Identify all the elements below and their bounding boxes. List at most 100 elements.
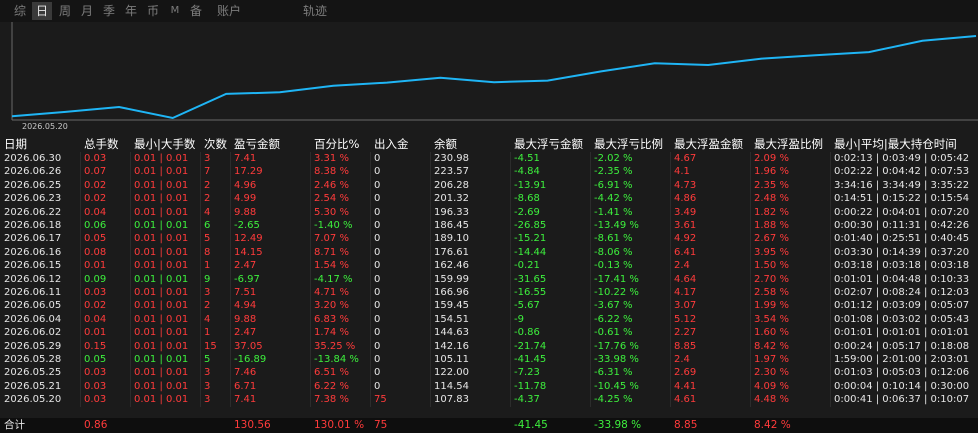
cell-pnl: 2.47	[234, 260, 257, 272]
column-divider	[430, 192, 431, 207]
header-col-max-float-loss-pct[interactable]: 最大浮亏比例	[594, 135, 663, 153]
cell-lots: 0.03	[84, 394, 107, 406]
table-row[interactable]: 2026.06.30 0.03 0.01 | 0.01 3 7.41 3.31 % 0 230…	[0, 152, 978, 166]
column-divider	[590, 192, 591, 207]
table-row[interactable]: 2026.06.04 0.04 0.01 | 0.01 4 9.88 6.83 % 0 154…	[0, 312, 978, 327]
cell-mfl: -31.65	[514, 273, 547, 285]
column-divider	[750, 192, 751, 207]
cell-hold: 0:02:22 | 0:04:42 | 0:07:53	[834, 166, 970, 178]
column-divider	[430, 366, 431, 381]
header-col-count[interactable]: 次数	[204, 135, 227, 153]
column-divider	[750, 205, 751, 220]
tab-year[interactable]: 年	[121, 2, 141, 20]
tab-summary[interactable]: 综	[10, 2, 30, 20]
cell-minmax: 0.01 | 0.01	[134, 179, 189, 191]
column-divider	[430, 232, 431, 247]
table-row[interactable]: 2026.06.23 0.02 0.01 | 0.01 2 4.99 2.54 % 0 201…	[0, 192, 978, 207]
cell-hold: 0:00:24 | 0:05:17 | 0:18:08	[834, 340, 970, 352]
column-divider	[200, 339, 201, 354]
tab-account[interactable]: 账户	[213, 2, 245, 20]
cell-count: 7	[204, 166, 211, 178]
tab-magic[interactable]: M	[167, 2, 183, 20]
header-col-percent[interactable]: 百分比%	[314, 135, 359, 153]
column-divider	[230, 152, 231, 166]
table-row[interactable]: 2026.05.28 0.05 0.01 | 0.01 5 -16.89 -13.84 %…	[0, 353, 978, 367]
header-col-max-float-profit-pct[interactable]: 最大浮盈比例	[754, 135, 823, 153]
balance-line-chart: 2026.05.20	[11, 22, 978, 131]
table-row[interactable]: 2026.06.17 0.05 0.01 | 0.01 5 12.49 7.07 % 0 18…	[0, 232, 978, 247]
table-row[interactable]: 2026.05.29 0.15 0.01 | 0.01 15 37.05 35.25 % 0…	[0, 339, 978, 354]
column-divider	[750, 339, 751, 354]
header-col-deposit[interactable]: 出入金	[374, 135, 409, 153]
header-col-date[interactable]: 日期	[4, 135, 27, 153]
table-row[interactable]: 2026.06.18 0.06 0.01 | 0.01 6 -2.65 -1.40 % 0 1…	[0, 219, 978, 233]
column-divider	[510, 192, 511, 207]
column-divider	[200, 393, 201, 408]
header-col-total-lots[interactable]: 总手数	[84, 135, 119, 153]
column-divider	[80, 299, 81, 314]
tab-notes[interactable]: 备	[187, 2, 205, 20]
column-divider	[200, 245, 201, 260]
table-row[interactable]: 2026.06.02 0.01 0.01 | 0.01 1 2.47 1.74 % 0 144…	[0, 326, 978, 341]
header-col-hold-time[interactable]: 最小|平均|最大持仓时间	[834, 135, 957, 153]
table-row[interactable]: 2026.06.05 0.02 0.01 | 0.01 2 4.94 3.20 % 0 159…	[0, 299, 978, 314]
cell-mflp: -0.61 %	[594, 327, 633, 339]
column-divider	[310, 366, 311, 381]
table-row[interactable]: 2026.05.21 0.03 0.01 | 0.01 3 6.71 6.22 % 0 114…	[0, 379, 978, 394]
column-divider	[370, 299, 371, 314]
column-divider	[80, 152, 81, 166]
cell-mfp: 2.27	[674, 327, 697, 339]
column-divider	[370, 353, 371, 367]
cell-pct: 8.38 %	[314, 166, 349, 178]
cell-mflp: -13.49 %	[594, 220, 639, 231]
column-divider	[670, 393, 671, 408]
tab-day[interactable]: 日	[32, 2, 52, 20]
column-divider	[310, 192, 311, 207]
column-divider	[590, 219, 591, 233]
header-col-balance[interactable]: 余额	[434, 135, 457, 153]
column-divider	[310, 232, 311, 247]
table-row[interactable]: 2026.06.15 0.01 0.01 | 0.01 1 2.47 1.54 % 0 162…	[0, 259, 978, 274]
tab-quarter[interactable]: 季	[99, 2, 119, 20]
tab-month[interactable]: 月	[77, 2, 97, 20]
header-col-max-float-loss[interactable]: 最大浮亏金额	[514, 135, 583, 153]
column-divider	[830, 379, 831, 394]
column-divider	[230, 259, 231, 274]
cell-mfpp: 4.48 %	[754, 394, 789, 406]
column-divider	[80, 245, 81, 260]
column-divider	[590, 178, 591, 193]
tab-trajectory[interactable]: 轨迹	[300, 2, 330, 20]
header-col-pnl[interactable]: 盈亏金额	[234, 135, 280, 153]
tab-week[interactable]: 周	[55, 2, 75, 20]
cell-pct: 5.30 %	[314, 206, 349, 218]
table-row[interactable]: 2026.06.22 0.04 0.01 | 0.01 4 9.88 5.30 % 0 196…	[0, 205, 978, 220]
column-divider	[370, 312, 371, 327]
column-divider	[200, 165, 201, 180]
table-row[interactable]: 2026.05.20 0.03 0.01 | 0.01 3 7.41 7.38 % 75 10…	[0, 393, 978, 408]
tab-currency[interactable]: 币	[143, 2, 163, 20]
table-row[interactable]: 2026.06.11 0.03 0.01 | 0.01 3 7.51 4.71 % 0 166…	[0, 286, 978, 300]
table-row[interactable]: 2026.06.12 0.09 0.01 | 0.01 9 -6.97 -4.17 % 0 1…	[0, 272, 978, 287]
cell-bal: 176.61	[434, 246, 469, 258]
header-col-max-float-profit[interactable]: 最大浮盈金额	[674, 135, 743, 153]
cell-mflp: -6.22 %	[594, 313, 633, 325]
table-row[interactable]: 2026.06.25 0.02 0.01 | 0.01 2 4.96 2.46 % 0 206…	[0, 178, 978, 193]
cell-lots: 0.04	[84, 313, 107, 325]
column-divider	[830, 232, 831, 247]
column-divider	[670, 366, 671, 381]
table-row[interactable]: 2026.05.25 0.03 0.01 | 0.01 3 7.46 6.51 % 0 122…	[0, 366, 978, 381]
total-mfpp: 8.42 %	[754, 419, 791, 431]
cell-mflp: -10.22 %	[594, 287, 639, 298]
column-divider	[750, 393, 751, 408]
column-divider	[590, 259, 591, 274]
cell-minmax: 0.01 | 0.01	[134, 246, 189, 258]
cell-mflp: -2.02 %	[594, 153, 633, 164]
column-divider	[670, 326, 671, 341]
column-divider	[130, 326, 131, 341]
cell-pnl: 6.71	[234, 380, 257, 392]
table-row[interactable]: 2026.06.16 0.08 0.01 | 0.01 8 14.15 8.71 % 0 17…	[0, 245, 978, 260]
header-col-min-max-lots[interactable]: 最小|大手数	[134, 135, 195, 153]
cell-bal: 189.10	[434, 233, 469, 245]
table-row[interactable]: 2026.06.26 0.07 0.01 | 0.01 7 17.29 8.38 % 0 22…	[0, 165, 978, 180]
cell-mfp: 4.1	[674, 166, 690, 178]
